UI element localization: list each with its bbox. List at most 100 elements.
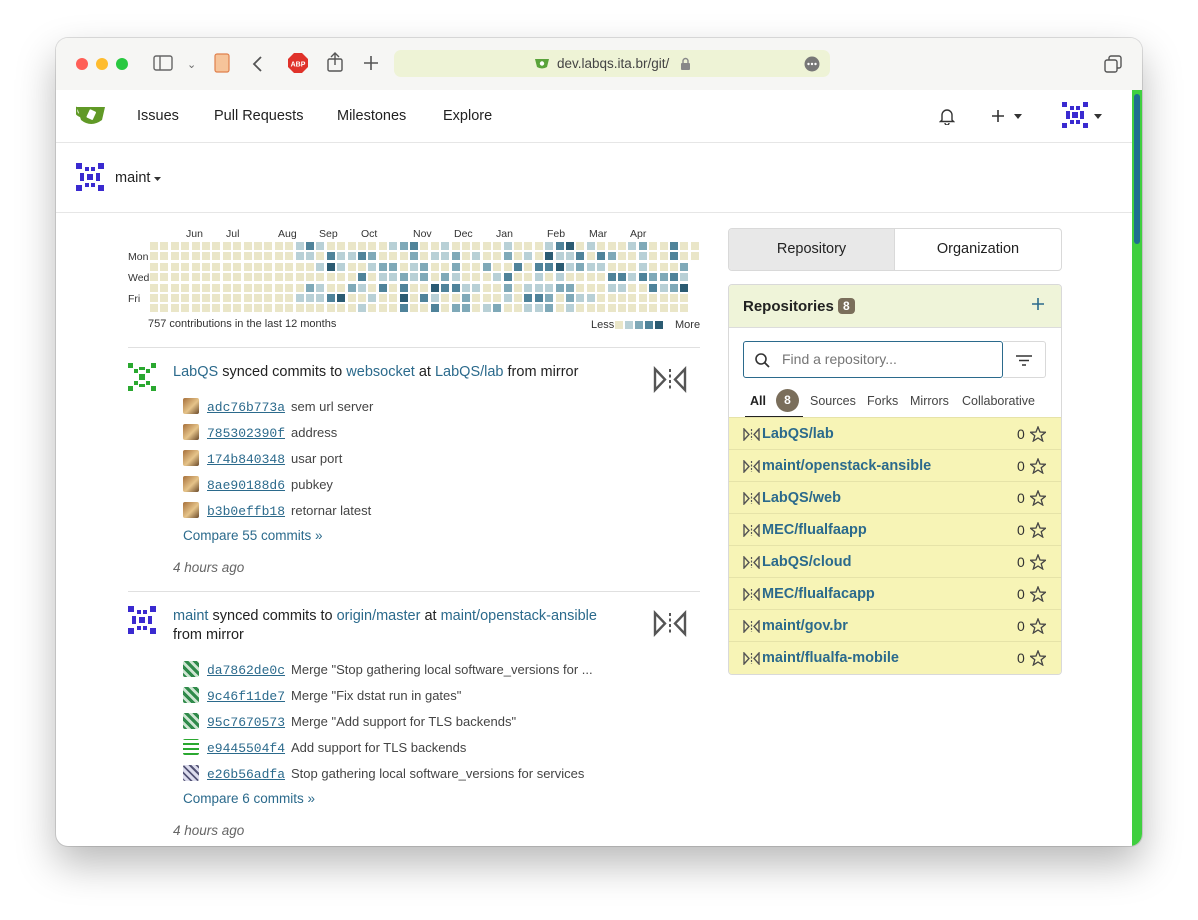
heatmap-cell (514, 252, 522, 261)
star-icon[interactable] (1030, 490, 1046, 506)
commit-sha-link[interactable]: 785302390f (207, 426, 285, 441)
commit-sha-link[interactable]: 8ae90188d6 (207, 478, 285, 493)
commit-author-avatar[interactable] (183, 450, 199, 466)
tabs-overview-icon[interactable] (1104, 55, 1122, 73)
gitea-logo-icon[interactable] (76, 104, 106, 128)
filter-button[interactable] (1003, 341, 1046, 378)
scrollbar-thumb[interactable] (1134, 94, 1140, 244)
repo-name-link[interactable]: LabQS/lab (762, 426, 834, 442)
repo-list-item[interactable]: LabQS/lab 0 (729, 417, 1061, 450)
filter-mirrors[interactable]: Mirrors (910, 394, 949, 408)
feed-actor-link[interactable]: LabQS (173, 364, 218, 380)
repo-list-item[interactable]: maint/gov.br 0 (729, 609, 1061, 642)
new-repo-plus-icon[interactable] (1032, 298, 1044, 310)
heatmap-month-label: Nov (413, 228, 432, 240)
address-bar[interactable]: dev.labqs.ita.br/git/ (394, 50, 830, 77)
commit-sha-link[interactable]: adc76b773a (207, 400, 285, 415)
tab-repository[interactable]: Repository (729, 229, 895, 270)
commit-sha-link[interactable]: e26b56adfa (207, 767, 285, 782)
filter-all[interactable]: All (750, 394, 766, 408)
feed-avatar[interactable] (128, 363, 156, 391)
more-options-icon[interactable] (804, 56, 820, 72)
repo-name-link[interactable]: maint/gov.br (762, 618, 848, 634)
minimize-window-button[interactable] (96, 58, 108, 70)
commit-sha-link[interactable]: e9445504f4 (207, 741, 285, 756)
nav-pull-requests[interactable]: Pull Requests (214, 108, 303, 124)
context-avatar[interactable] (76, 163, 104, 191)
feed-actor-link[interactable]: maint (173, 608, 208, 624)
commit-sha-link[interactable]: 9c46f11de7 (207, 689, 285, 704)
chevron-down-icon[interactable]: ⌄ (187, 57, 196, 73)
tab-organization[interactable]: Organization (895, 229, 1061, 270)
repo-list-item[interactable]: LabQS/web 0 (729, 481, 1061, 514)
caret-down-icon[interactable] (1014, 114, 1022, 119)
nav-issues[interactable]: Issues (137, 108, 179, 124)
commit-author-avatar[interactable] (183, 398, 199, 414)
repo-list-item[interactable]: LabQS/cloud 0 (729, 545, 1061, 578)
star-icon[interactable] (1030, 522, 1046, 538)
nav-milestones[interactable]: Milestones (337, 108, 406, 124)
create-plus-icon[interactable] (991, 109, 1005, 123)
feed-branch-link[interactable]: origin/master (337, 608, 421, 624)
star-icon[interactable] (1030, 618, 1046, 634)
star-icon[interactable] (1030, 554, 1046, 570)
zoom-window-button[interactable] (116, 58, 128, 70)
commit-author-avatar[interactable] (183, 661, 199, 677)
caret-down-icon[interactable] (154, 177, 161, 181)
commit-author-avatar[interactable] (183, 765, 199, 781)
commit-author-avatar[interactable] (183, 687, 199, 703)
repo-search-field[interactable] (743, 341, 1003, 378)
commit-sha-link[interactable]: 174b840348 (207, 452, 285, 467)
heatmap-cell (628, 252, 637, 261)
new-tab-icon[interactable] (363, 55, 379, 71)
star-icon[interactable] (1030, 426, 1046, 442)
commit-sha-link[interactable]: b3b0effb18 (207, 504, 285, 519)
heatmap-cell (202, 304, 210, 313)
reader-icon[interactable] (214, 53, 230, 73)
user-avatar[interactable] (1062, 102, 1088, 128)
feed-repo-link[interactable]: LabQS/lab (435, 364, 504, 380)
close-window-button[interactable] (76, 58, 88, 70)
repo-list-item[interactable]: MEC/flualfaapp 0 (729, 513, 1061, 546)
filter-collaborative[interactable]: Collaborative (962, 394, 1035, 408)
commit-author-avatar[interactable] (183, 739, 199, 755)
repo-list-item[interactable]: maint/openstack-ansible 0 (729, 449, 1061, 482)
adblock-icon[interactable]: ABP (288, 53, 308, 73)
filter-forks[interactable]: Forks (867, 394, 898, 408)
feed-branch-link[interactable]: websocket (346, 364, 415, 380)
context-user-switcher[interactable]: maint (115, 170, 150, 186)
commit-author-avatar[interactable] (183, 713, 199, 729)
heatmap-cell (347, 283, 356, 292)
chevron-left-icon[interactable] (252, 55, 264, 73)
repo-name-link[interactable]: maint/flualfa-mobile (762, 650, 899, 666)
sidebar-icon[interactable] (153, 55, 173, 71)
star-icon[interactable] (1030, 458, 1046, 474)
commit-author-avatar[interactable] (183, 476, 199, 492)
repo-name-link[interactable]: MEC/flualfaapp (762, 522, 867, 538)
filter-sources[interactable]: Sources (810, 394, 856, 408)
nav-explore[interactable]: Explore (443, 108, 492, 124)
heatmap-cell (649, 252, 658, 261)
repo-name-link[interactable]: maint/openstack-ansible (762, 458, 931, 474)
bell-icon[interactable] (939, 107, 955, 125)
repo-name-link[interactable]: MEC/flualfacapp (762, 586, 875, 602)
repo-search-input[interactable] (780, 350, 994, 368)
feed-avatar[interactable] (128, 606, 156, 634)
star-icon[interactable] (1030, 586, 1046, 602)
compare-commits-link[interactable]: Compare 55 commits » (183, 528, 323, 543)
share-icon[interactable] (326, 52, 344, 72)
commit-author-avatar[interactable] (183, 424, 199, 440)
repo-name-link[interactable]: LabQS/web (762, 490, 841, 506)
heatmap-cell (191, 283, 200, 292)
repo-list-item[interactable]: MEC/flualfacapp 0 (729, 577, 1061, 610)
compare-commits-link[interactable]: Compare 6 commits » (183, 791, 315, 806)
heatmap-cell (170, 273, 179, 282)
repo-list-item[interactable]: maint/flualfa-mobile 0 (729, 641, 1061, 674)
caret-down-icon[interactable] (1094, 114, 1102, 119)
feed-repo-link[interactable]: maint/openstack-ansible (441, 608, 597, 624)
repo-name-link[interactable]: LabQS/cloud (762, 554, 851, 570)
commit-author-avatar[interactable] (183, 502, 199, 518)
commit-sha-link[interactable]: da7862de0c (207, 663, 285, 678)
star-icon[interactable] (1030, 650, 1046, 666)
commit-sha-link[interactable]: 95c7670573 (207, 715, 285, 730)
